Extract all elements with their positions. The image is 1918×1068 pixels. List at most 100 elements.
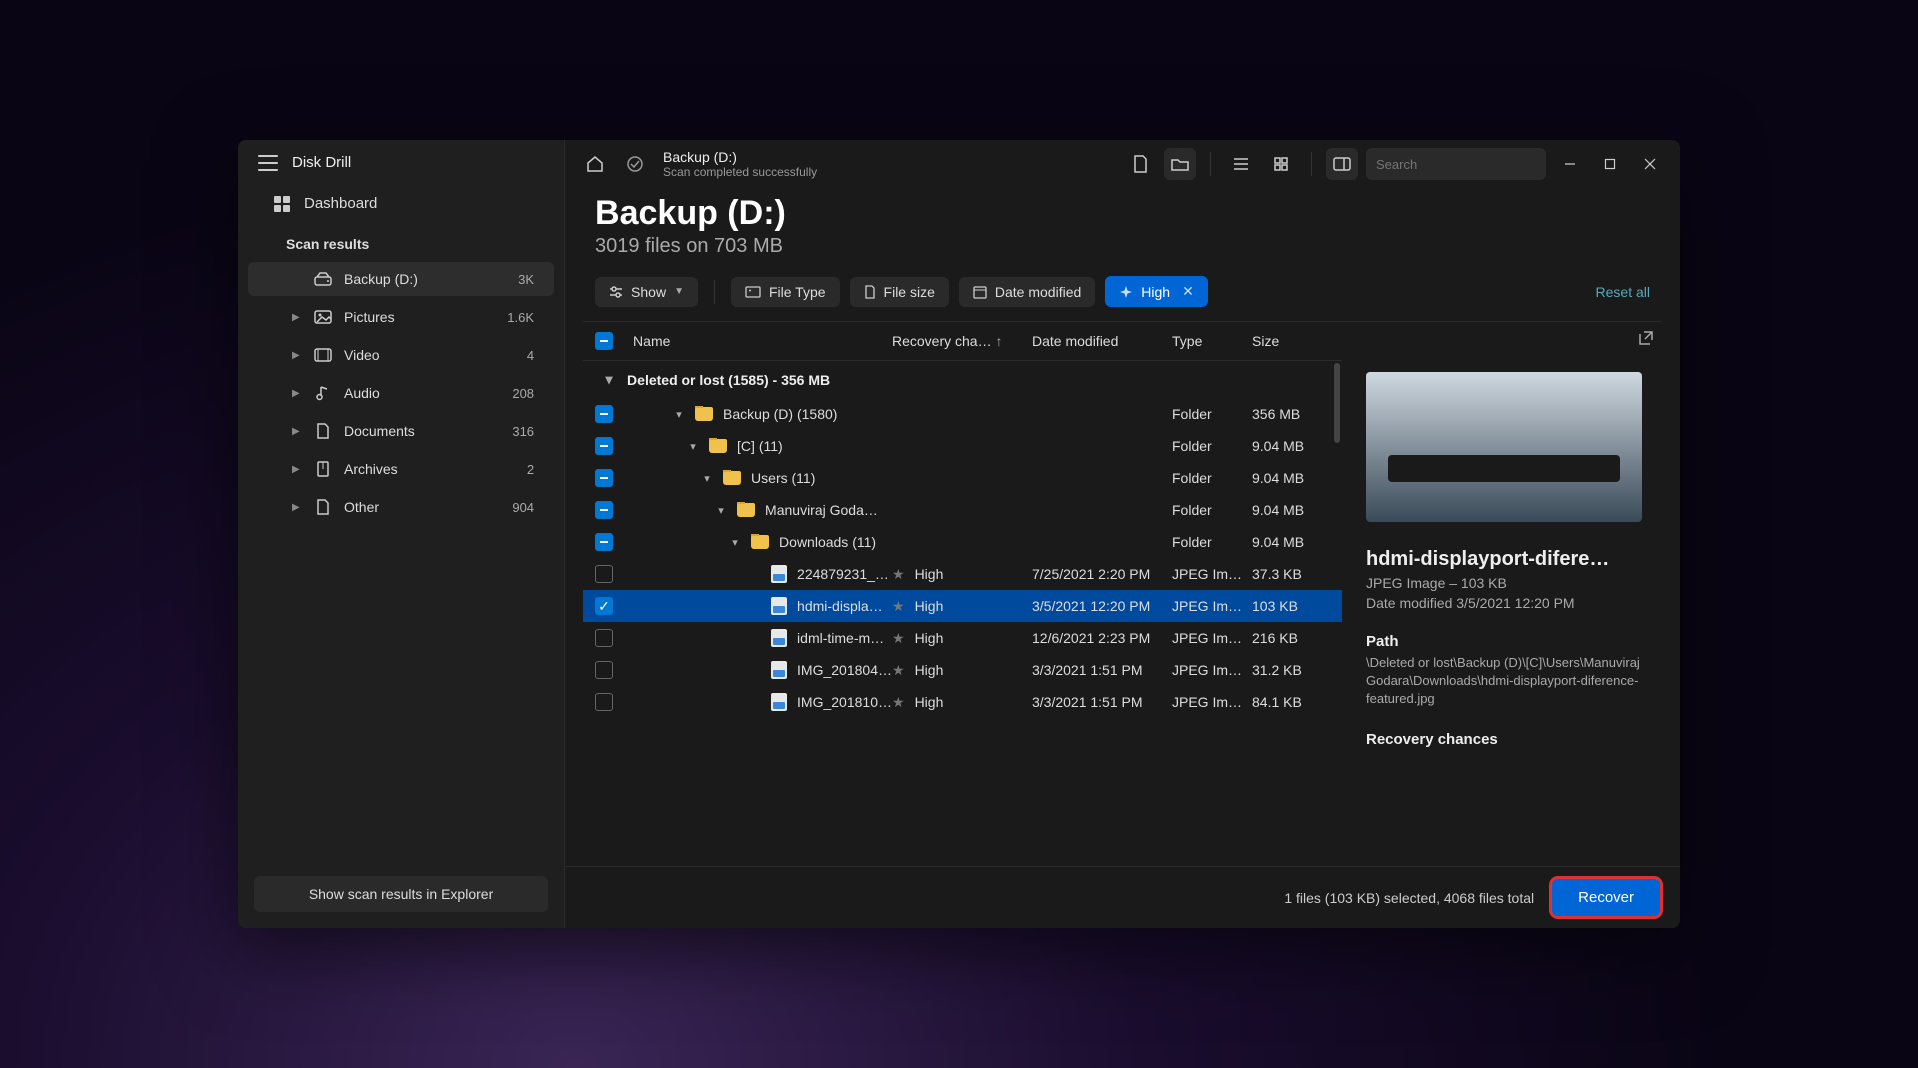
row-date: 3/3/2021 1:51 PM xyxy=(1032,694,1172,710)
grid-view-icon[interactable] xyxy=(1265,148,1297,180)
sidebar-item-documents[interactable]: ▶ Documents 316 xyxy=(248,414,554,448)
row-checkbox[interactable] xyxy=(595,437,613,455)
sidebar-item-label: Archives xyxy=(344,461,398,477)
row-checkbox[interactable]: ✓ xyxy=(595,597,613,615)
chevron-right-icon: ▶ xyxy=(292,388,302,399)
preview-pane: hdmi-displayport-difere… JPEG Image – 10… xyxy=(1342,322,1662,866)
pill-label: File Type xyxy=(769,284,826,300)
file-row[interactable]: idml-time-m… ★High 12/6/2021 2:23 PM JPE… xyxy=(583,622,1342,654)
col-date[interactable]: Date modified xyxy=(1032,333,1172,349)
chevron-down-icon[interactable]: ▾ xyxy=(715,504,727,517)
sidebar-item-label: Documents xyxy=(344,423,415,439)
star-icon[interactable]: ★ xyxy=(892,598,905,615)
image-icon xyxy=(314,308,332,326)
file-view-icon[interactable] xyxy=(1124,148,1156,180)
chevron-down-icon[interactable]: ▾ xyxy=(701,472,713,485)
row-checkbox[interactable] xyxy=(595,501,613,519)
row-size: 37.3 KB xyxy=(1252,566,1332,582)
col-size[interactable]: Size xyxy=(1252,333,1332,349)
footer: 1 files (103 KB) selected, 4068 files to… xyxy=(565,866,1680,928)
search-box[interactable] xyxy=(1366,148,1546,180)
folder-name: Backup (D) (1580) xyxy=(723,406,837,422)
reset-all-link[interactable]: Reset all xyxy=(1596,284,1650,300)
preview-title: hdmi-displayport-difere… xyxy=(1366,548,1642,571)
menu-icon[interactable] xyxy=(258,155,278,171)
row-checkbox[interactable] xyxy=(595,405,613,423)
star-icon[interactable]: ★ xyxy=(892,630,905,647)
folder-row[interactable]: ▾ Users (11) Folder 9.04 MB xyxy=(583,462,1342,494)
popout-icon[interactable] xyxy=(1638,330,1654,346)
jpeg-file-icon xyxy=(771,629,787,647)
folder-name: [C] (11) xyxy=(737,438,783,454)
folder-row[interactable]: ▾ Backup (D) (1580) Folder 356 MB xyxy=(583,398,1342,430)
jpeg-file-icon xyxy=(771,693,787,711)
star-icon[interactable]: ★ xyxy=(892,662,905,679)
file-row[interactable]: 224879231_… ★High 7/25/2021 2:20 PM JPEG… xyxy=(583,558,1342,590)
home-icon[interactable] xyxy=(579,148,611,180)
close-button[interactable] xyxy=(1634,148,1666,180)
preview-pane-icon[interactable] xyxy=(1326,148,1358,180)
search-input[interactable] xyxy=(1376,157,1552,172)
filter-file-size[interactable]: File size xyxy=(850,277,949,307)
calendar-icon xyxy=(973,285,987,299)
row-checkbox[interactable] xyxy=(595,469,613,487)
file-row[interactable]: IMG_201810… ★High 3/3/2021 1:51 PM JPEG … xyxy=(583,686,1342,718)
scrollbar[interactable] xyxy=(1334,363,1340,443)
folder-icon xyxy=(737,503,755,517)
star-icon[interactable]: ★ xyxy=(892,566,905,583)
show-in-explorer-button[interactable]: Show scan results in Explorer xyxy=(254,876,548,912)
audio-icon xyxy=(314,384,332,402)
chevron-down-icon[interactable]: ▾ xyxy=(673,408,685,421)
star-icon[interactable]: ★ xyxy=(892,694,905,711)
group-header[interactable]: ▾Deleted or lost (1585) - 356 MB xyxy=(583,361,1342,398)
row-type: Folder xyxy=(1172,406,1252,422)
sidebar-item-other[interactable]: ▶ Other 904 xyxy=(248,490,554,524)
col-recovery[interactable]: Recovery cha… ↑ xyxy=(892,333,1032,349)
file-row[interactable]: IMG_201804… ★High 3/3/2021 1:51 PM JPEG … xyxy=(583,654,1342,686)
row-size: 9.04 MB xyxy=(1252,534,1332,550)
image-icon xyxy=(745,286,761,298)
select-all-checkbox[interactable] xyxy=(595,332,613,350)
recover-button[interactable]: Recover xyxy=(1552,879,1660,916)
row-checkbox[interactable] xyxy=(595,629,613,647)
folder-row[interactable]: ▾ Downloads (11) Folder 9.04 MB xyxy=(583,526,1342,558)
main-area: Backup (D:) Scan completed successfully … xyxy=(565,140,1680,928)
sidebar-item-pictures[interactable]: ▶ Pictures 1.6K xyxy=(248,300,554,334)
col-name[interactable]: Name xyxy=(633,333,892,349)
sidebar-item-archives[interactable]: ▶ Archives 2 xyxy=(248,452,554,486)
row-checkbox[interactable] xyxy=(595,533,613,551)
sparkle-icon xyxy=(1119,285,1133,299)
sidebar-item-video[interactable]: ▶ Video 4 xyxy=(248,338,554,372)
chevron-down-icon[interactable]: ▾ xyxy=(687,440,699,453)
sidebar-item-audio[interactable]: ▶ Audio 208 xyxy=(248,376,554,410)
show-dropdown[interactable]: Show ▼ xyxy=(595,277,698,307)
filter-file-type[interactable]: File Type xyxy=(731,277,840,307)
filter-date-modified[interactable]: Date modified xyxy=(959,277,1095,307)
folder-row[interactable]: ▾ [C] (11) Folder 9.04 MB xyxy=(583,430,1342,462)
minimize-button[interactable] xyxy=(1554,148,1586,180)
maximize-button[interactable] xyxy=(1594,148,1626,180)
col-type[interactable]: Type xyxy=(1172,333,1252,349)
close-icon[interactable]: ✕ xyxy=(1182,283,1194,300)
sidebar-dashboard[interactable]: Dashboard xyxy=(238,185,564,222)
sidebar-item-count: 3K xyxy=(518,272,534,287)
file-name: idml-time-m… xyxy=(797,630,884,646)
folder-view-icon[interactable] xyxy=(1164,148,1196,180)
chevron-down-icon[interactable]: ▾ xyxy=(729,536,741,549)
recovery-chance: High xyxy=(915,598,944,614)
sidebar-item-backup[interactable]: Backup (D:) 3K xyxy=(248,262,554,296)
file-row[interactable]: ✓ hdmi-displa… ★High 3/5/2021 12:20 PM J… xyxy=(583,590,1342,622)
list-view-icon[interactable] xyxy=(1225,148,1257,180)
document-icon xyxy=(314,422,332,440)
row-checkbox[interactable] xyxy=(595,693,613,711)
dashboard-label: Dashboard xyxy=(304,195,377,212)
folder-row[interactable]: ▾ Manuviraj Goda… Folder 9.04 MB xyxy=(583,494,1342,526)
row-size: 356 MB xyxy=(1252,406,1332,422)
status-ok-icon xyxy=(619,148,651,180)
chevron-right-icon: ▶ xyxy=(292,502,302,513)
row-checkbox[interactable] xyxy=(595,661,613,679)
chevron-right-icon: ▶ xyxy=(292,312,302,323)
row-checkbox[interactable] xyxy=(595,565,613,583)
titlebar-subtitle: Scan completed successfully xyxy=(663,165,817,179)
filter-high[interactable]: High ✕ xyxy=(1105,276,1208,307)
